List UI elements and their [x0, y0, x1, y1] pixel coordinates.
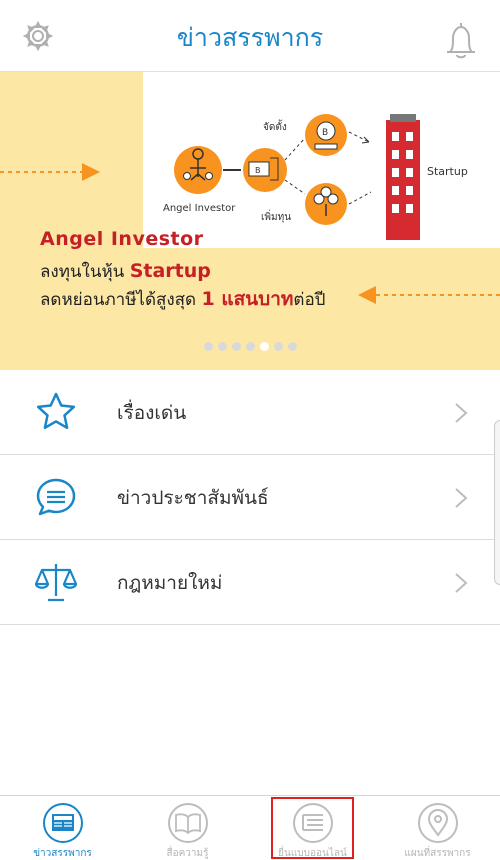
carousel-dot[interactable]	[273, 342, 283, 351]
tab-label: ข่าวสรรพากร	[33, 848, 92, 859]
banner-headline: Angel Investor	[40, 228, 204, 250]
banner-line-3-text: ลดหย่อนภาษีได้สูงสุด	[40, 290, 202, 310]
promo-banner[interactable]: Angel Investor B จัดตั้ง เพิ่มทุน B Star…	[0, 72, 500, 370]
banner-line-3-highlight: 1 แสนบาท	[201, 288, 294, 310]
banner-label-startup: Startup	[427, 165, 468, 178]
carousel-dot[interactable]	[231, 342, 241, 351]
svg-text:B: B	[255, 166, 261, 175]
banner-line-2-text: ลงทุนในหุ้น	[40, 262, 130, 282]
banner-label-angel: Angel Investor	[163, 203, 236, 214]
banner-line-2-highlight: Startup	[129, 260, 211, 282]
map-pin-icon	[417, 803, 458, 843]
tab-office-map[interactable]: แผนที่สรรพากร	[375, 796, 500, 860]
book-icon	[167, 803, 208, 843]
page-title: ข่าวสรรพากร	[176, 23, 324, 52]
carousel-dot[interactable]	[203, 342, 213, 351]
chevron-right-icon	[455, 403, 468, 423]
carousel-dots	[0, 342, 500, 351]
banner-illustration: Angel Investor B จัดตั้ง เพิ่มทุน B Star…	[143, 72, 500, 248]
tab-knowledge[interactable]: สื่อความรู้	[125, 796, 250, 860]
banner-label-add: เพิ่มทุน	[261, 209, 291, 223]
menu-item-featured[interactable]: เรื่องเด่น	[0, 370, 500, 455]
chevron-right-icon	[455, 573, 468, 593]
tab-label: สื่อความรู้	[166, 848, 209, 859]
carousel-dot[interactable]	[245, 342, 255, 351]
chevron-right-icon	[455, 488, 468, 508]
menu-item-label: เรื่องเด่น	[117, 402, 187, 424]
side-panel-handle[interactable]	[494, 420, 500, 585]
highlight-box	[271, 797, 354, 859]
bell-icon[interactable]	[444, 20, 478, 62]
tab-news[interactable]: ข่าวสรรพากร	[0, 796, 125, 860]
menu-item-label: กฎหมายใหม่	[117, 572, 223, 594]
arrow-right-icon	[0, 163, 100, 181]
carousel-dot[interactable]	[287, 342, 297, 351]
scales-icon	[34, 564, 78, 602]
banner-line-2: ลงทุนในหุ้น Startup	[40, 258, 211, 285]
banner-line-3: ลดหย่อนภาษีได้สูงสุด 1 แสนบาทต่อปี	[40, 284, 325, 314]
menu-list: เรื่องเด่น ข่าวประชาสัมพันธ์ กฎหมายใหม่	[0, 370, 500, 625]
chat-bubble-icon	[36, 478, 76, 516]
tab-label: แผนที่สรรพากร	[404, 848, 471, 859]
menu-item-label: ข่าวประชาสัมพันธ์	[117, 487, 269, 509]
app-header: ข่าวสรรพากร	[0, 0, 500, 72]
menu-item-announcements[interactable]: ข่าวประชาสัมพันธ์	[0, 455, 500, 540]
star-icon	[36, 392, 76, 430]
carousel-dot[interactable]	[217, 342, 227, 351]
banner-line-3-suffix: ต่อปี	[293, 290, 326, 310]
svg-text:B: B	[322, 128, 328, 138]
arrow-left-icon	[358, 286, 500, 304]
bottom-tab-bar: ข่าวสรรพากร สื่อความรู้ ยื่นแบบออนไลน์ แ…	[0, 795, 500, 860]
banner-label-invest: จัดตั้ง	[263, 119, 287, 133]
menu-item-new-laws[interactable]: กฎหมายใหม่	[0, 540, 500, 625]
carousel-dot[interactable]	[259, 342, 269, 351]
news-icon	[42, 803, 83, 843]
